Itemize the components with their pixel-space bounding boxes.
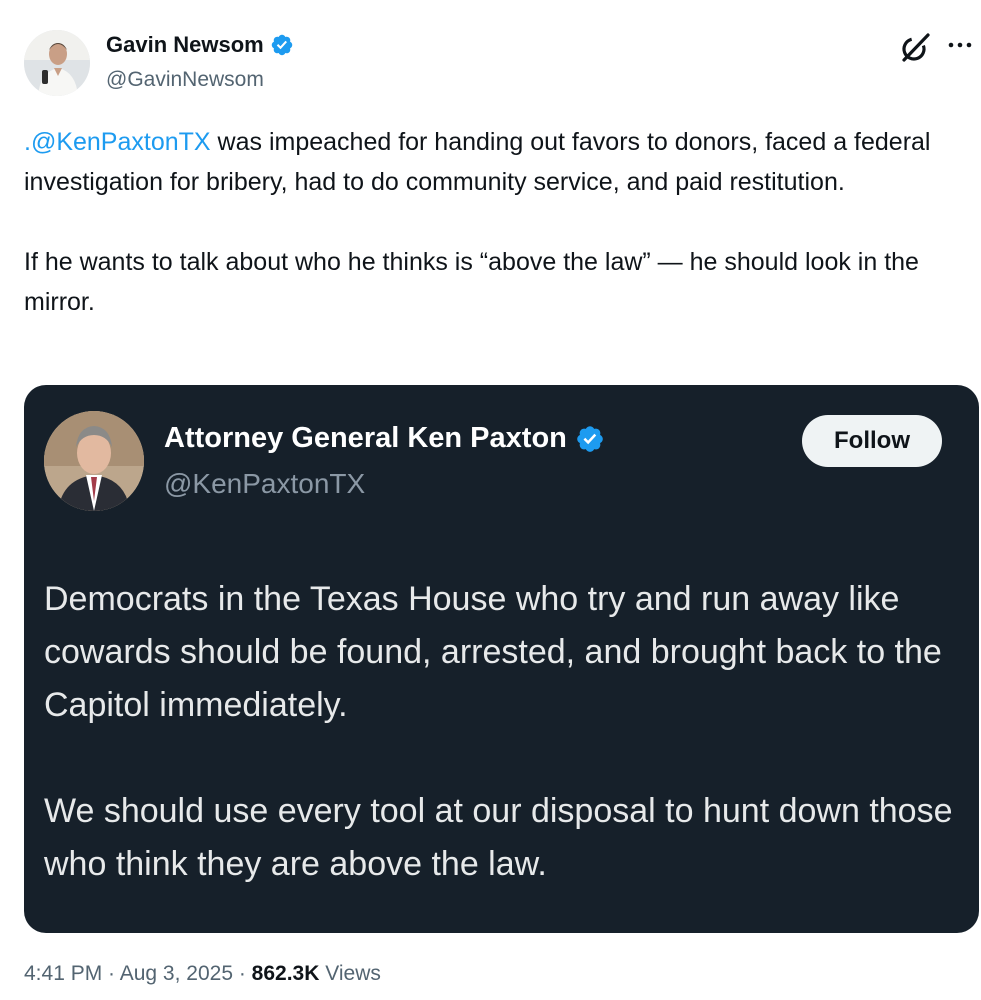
quoted-author-name-text[interactable]: Attorney General Ken Paxton: [164, 422, 567, 455]
author-avatar[interactable]: [24, 30, 90, 96]
post-date[interactable]: Aug 3, 2025: [120, 962, 233, 985]
author-handle[interactable]: @GavinNewsom: [106, 68, 264, 92]
quoted-author-avatar[interactable]: [44, 411, 144, 511]
post-meta: 4:41 PM · Aug 3, 2025 · 862.3K Views: [24, 962, 381, 986]
meta-separator: ·: [233, 962, 252, 985]
author-name-text[interactable]: Gavin Newsom: [106, 32, 264, 58]
verified-badge-icon: [271, 34, 292, 56]
mention-link[interactable]: .@KenPaxtonTX: [24, 128, 211, 156]
verified-badge-icon: [577, 425, 603, 452]
quoted-author-handle[interactable]: @KenPaxtonTX: [164, 468, 365, 500]
author-name[interactable]: Gavin Newsom: [106, 32, 294, 58]
quoted-post-card[interactable]: Attorney General Ken Paxton @KenPaxtonTX…: [24, 385, 979, 933]
follow-button[interactable]: Follow: [802, 415, 942, 467]
more-icon[interactable]: [945, 30, 975, 60]
views-count: 862.3K: [251, 962, 320, 985]
tweet-paragraph-1: .@KenPaxtonTX was impeached for handing …: [24, 122, 959, 202]
tweet-text: .@KenPaxtonTX was impeached for handing …: [24, 122, 959, 322]
quoted-paragraph-2: We should use every tool at our disposal…: [44, 792, 953, 883]
tweet-paragraph-2: If he wants to talk about who he thinks …: [24, 248, 919, 316]
grok-icon[interactable]: [897, 30, 933, 66]
tweet: Gavin Newsom @GavinNewsom .@KenPaxtonTX …: [0, 0, 981, 1000]
quoted-paragraph-1: Democrats in the Texas House who try and…: [44, 580, 942, 724]
views-label: Views: [319, 962, 381, 985]
meta-separator: ·: [102, 962, 120, 985]
quoted-author-name[interactable]: Attorney General Ken Paxton: [164, 422, 605, 455]
quoted-post-text: Democrats in the Texas House who try and…: [44, 573, 954, 891]
post-time[interactable]: 4:41 PM: [24, 962, 102, 985]
